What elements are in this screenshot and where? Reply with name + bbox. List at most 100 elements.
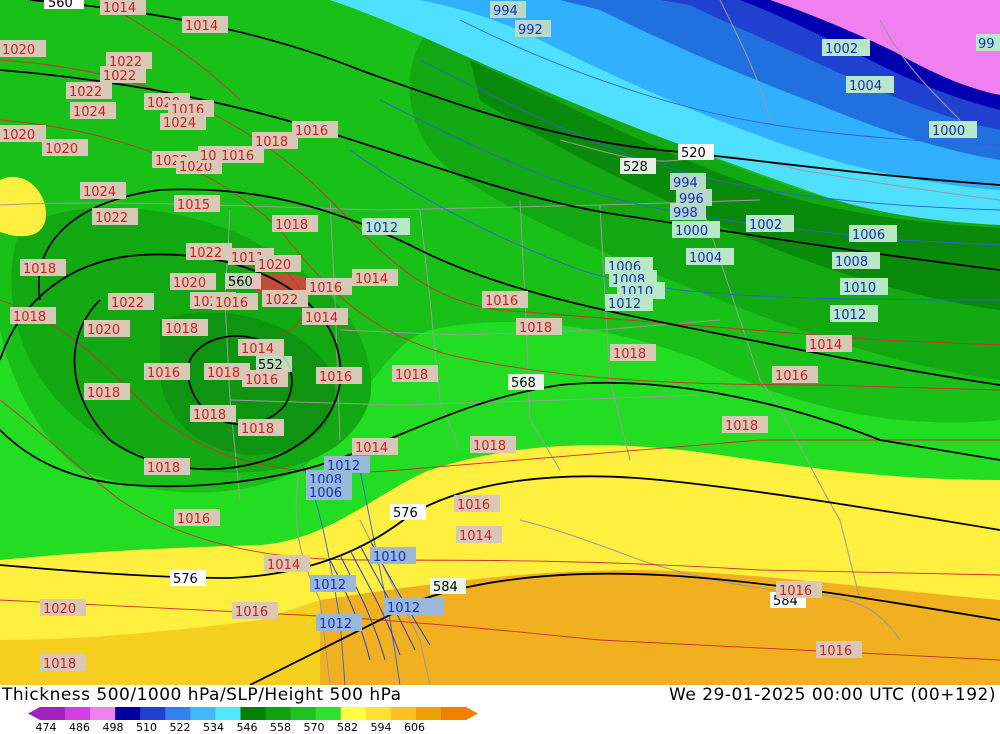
colorbar-swatch xyxy=(190,707,216,720)
svg-text:1016: 1016 xyxy=(309,281,342,296)
colorbar-tick-label: 606 xyxy=(404,721,425,734)
svg-text:1016: 1016 xyxy=(775,369,808,384)
svg-text:1018: 1018 xyxy=(519,321,552,336)
slp-label: 1016 xyxy=(776,581,822,599)
colorbar-swatch xyxy=(290,707,317,720)
svg-text:1014: 1014 xyxy=(809,338,842,353)
svg-text:1014: 1014 xyxy=(355,441,388,456)
svg-text:1018: 1018 xyxy=(87,386,120,401)
slp-label: 1016 xyxy=(454,495,500,513)
svg-text:1016: 1016 xyxy=(245,373,278,388)
slp-label: 1018 xyxy=(190,405,236,423)
svg-text:576: 576 xyxy=(393,506,418,521)
svg-text:1018: 1018 xyxy=(255,135,288,150)
weather-map: 560 528 520 552 560 568 576 576 584 584 … xyxy=(0,0,1000,685)
colorbar-swatch xyxy=(440,707,467,720)
svg-text:1020: 1020 xyxy=(258,258,291,273)
slp-label: 1022 xyxy=(108,293,154,311)
svg-text:1018: 1018 xyxy=(193,408,226,423)
svg-text:1016: 1016 xyxy=(235,605,268,620)
svg-text:1018: 1018 xyxy=(23,262,56,277)
svg-text:1022: 1022 xyxy=(189,246,222,261)
slp-label: 1020 xyxy=(255,255,301,273)
slp-label: 1016 xyxy=(816,641,862,659)
svg-text:520: 520 xyxy=(681,146,706,161)
slp-label: 1018 xyxy=(392,365,438,383)
svg-text:1012: 1012 xyxy=(387,601,420,616)
colorbar-swatch xyxy=(90,707,116,720)
slp-label: 1016 xyxy=(316,367,362,385)
svg-text:1016: 1016 xyxy=(295,124,328,139)
slp-label: 1016 xyxy=(306,278,352,296)
colorbar-swatch xyxy=(390,707,417,720)
slp-label: 1012 xyxy=(310,575,356,593)
slp-label: 1018 xyxy=(470,436,516,454)
slp-label: 1020 xyxy=(0,125,46,143)
colorbar-tick-label: 534 xyxy=(203,721,224,734)
colorbar-tick-label: 546 xyxy=(236,721,258,734)
svg-text:1022: 1022 xyxy=(111,296,144,311)
svg-text:1020: 1020 xyxy=(43,602,76,617)
svg-text:992: 992 xyxy=(518,23,543,38)
slp-label: 1018 xyxy=(252,132,298,150)
height-label: 568 xyxy=(508,374,544,391)
colorbar-tick-label: 522 xyxy=(169,721,191,734)
slp-label: 1020 xyxy=(170,273,216,291)
svg-text:1014: 1014 xyxy=(103,1,136,16)
svg-text:576: 576 xyxy=(173,572,198,587)
svg-text:1022: 1022 xyxy=(265,293,298,308)
svg-text:1015: 1015 xyxy=(177,198,210,213)
svg-text:1004: 1004 xyxy=(849,79,882,94)
svg-text:1024: 1024 xyxy=(163,116,196,131)
slp-label: 1016 xyxy=(212,293,258,311)
svg-text:1020: 1020 xyxy=(173,276,206,291)
colorbar-swatch xyxy=(40,707,66,720)
svg-text:99: 99 xyxy=(978,37,995,52)
svg-text:1012: 1012 xyxy=(365,221,398,236)
slp-label: 1018 xyxy=(610,344,656,362)
svg-text:1018: 1018 xyxy=(613,347,646,362)
svg-text:1004: 1004 xyxy=(689,251,722,266)
svg-text:1006: 1006 xyxy=(852,228,885,243)
svg-text:1018: 1018 xyxy=(147,461,180,476)
colorbar-tick-label: 498 xyxy=(102,721,124,734)
slp-label: 1016 xyxy=(174,509,220,527)
slp-label: 1010 xyxy=(840,278,888,296)
slp-label: 1016 xyxy=(292,121,338,139)
slp-label: 1000 xyxy=(672,221,720,239)
svg-text:568: 568 xyxy=(511,376,536,391)
height-label: 584 xyxy=(430,578,466,595)
colorbar-swatch xyxy=(215,707,241,720)
slp-label: 1016 xyxy=(242,370,288,388)
slp-label: 99 xyxy=(976,34,1000,52)
svg-text:1018: 1018 xyxy=(241,422,274,437)
slp-label: 1004 xyxy=(686,248,734,266)
slp-label: 992 xyxy=(515,20,551,38)
slp-label: 1020 xyxy=(42,139,88,157)
colorbar-swatch xyxy=(415,707,442,720)
slp-label: 1014 xyxy=(302,308,348,326)
colorbar-swatch xyxy=(265,707,292,720)
valid-time: We 29-01-2025 00:00 UTC (00+192) xyxy=(669,685,996,705)
svg-text:1014: 1014 xyxy=(185,19,218,34)
height-label: 576 xyxy=(170,570,206,587)
slp-label: 1018 xyxy=(10,307,56,325)
colorbar-tick-label: 558 xyxy=(270,721,291,734)
slp-label: 1016 xyxy=(772,366,818,384)
slp-label: 1018 xyxy=(516,318,562,336)
svg-text:1006: 1006 xyxy=(309,486,342,501)
svg-text:1022: 1022 xyxy=(103,69,136,84)
slp-label: 1004 xyxy=(846,76,894,94)
slp-label: 1012 xyxy=(362,218,410,236)
slp-label: 1016 xyxy=(144,363,190,381)
svg-text:1012: 1012 xyxy=(319,617,352,632)
slp-label: 1024 xyxy=(80,182,126,200)
slp-label: 1015 xyxy=(174,195,220,213)
svg-text:1014: 1014 xyxy=(305,311,338,326)
slp-label: 1022 xyxy=(100,66,146,84)
slp-label: 1018 xyxy=(144,458,190,476)
svg-text:1018: 1018 xyxy=(473,439,506,454)
svg-text:1016: 1016 xyxy=(221,149,254,164)
svg-text:1012: 1012 xyxy=(327,459,360,474)
svg-text:1012: 1012 xyxy=(313,578,346,593)
